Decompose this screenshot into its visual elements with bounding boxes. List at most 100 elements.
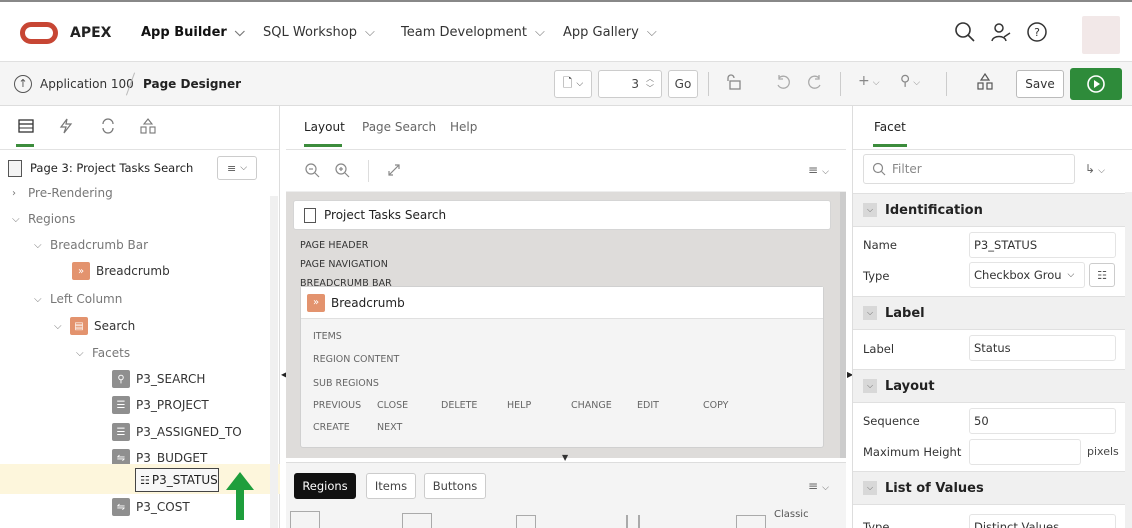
gallery-item-classic[interactable]: Classic	[774, 509, 809, 520]
expand-icon[interactable]	[386, 162, 402, 178]
prop-max-height-input[interactable]	[969, 439, 1081, 465]
property-scrollbar[interactable]	[1125, 192, 1132, 528]
page-finder-button[interactable]: 🗋 ⌵	[554, 70, 592, 98]
utilities-menu-button[interactable]: ⚲ ⌵	[900, 73, 920, 89]
processing-tab-icon[interactable]	[100, 118, 118, 136]
prop-label-input[interactable]: Status	[969, 335, 1116, 361]
svg-text:?: ?	[1034, 26, 1040, 39]
nav-team-development[interactable]: Team Development ⌵	[401, 25, 545, 40]
tree-node-search[interactable]: ⌵ ▤ Search	[54, 315, 135, 337]
left-panel-scrollbar[interactable]	[270, 196, 278, 528]
tree-item-label: P3_BUDGET	[136, 451, 208, 465]
redo-icon[interactable]	[806, 73, 824, 91]
up-arrow-indicator	[226, 472, 254, 520]
filter-input[interactable]: Filter	[863, 154, 1075, 184]
region-type-icon[interactable]	[402, 513, 432, 528]
chevron-down-icon: ⌵	[34, 293, 42, 305]
section-list-of-values[interactable]: ⌵ List of Values	[853, 471, 1125, 505]
tab-layout[interactable]: Layout	[304, 120, 345, 134]
gallery-tab-regions[interactable]: Regions	[294, 473, 356, 499]
prop-name-input[interactable]: P3_STATUS	[969, 232, 1116, 258]
section-identification[interactable]: ⌵ Identification	[853, 193, 1125, 227]
breadcrumb-region-icon: »	[307, 293, 325, 312]
toolbar-divider	[708, 72, 709, 96]
chevron-down-icon: ⌵	[34, 239, 42, 251]
tree-node-left-column[interactable]: ⌵ Left Column	[34, 288, 122, 310]
tab-page-search[interactable]: Page Search	[362, 120, 436, 134]
apex-brand[interactable]: APEX	[70, 25, 111, 41]
undo-icon[interactable]	[774, 73, 792, 91]
layout-canvas: Project Tasks Search PAGE HEADER PAGE NA…	[286, 192, 840, 458]
slot-page-navigation: PAGE NAVIGATION	[300, 259, 388, 270]
dragged-item-p3-status[interactable]: ☷ P3_STATUS	[135, 468, 219, 492]
top-navigation-bar: APEX App Builder ⌵ SQL Workshop ⌵ Team Dev…	[0, 0, 1132, 62]
shared-components-icon[interactable]	[976, 73, 994, 91]
shared-components-tab-icon[interactable]	[140, 118, 158, 136]
dragged-item-label: P3_STATUS	[151, 473, 218, 487]
tree-item-p3-search[interactable]: ⚲ P3_SEARCH	[112, 368, 205, 390]
rendering-tab-icon[interactable]	[18, 118, 36, 136]
splitter-down-icon[interactable]: ▼	[562, 453, 568, 462]
collapse-icon: ⌵	[863, 481, 877, 495]
region-type-icon[interactable]	[516, 515, 536, 528]
tab-help[interactable]: Help	[450, 120, 477, 134]
nav-app-builder[interactable]: App Builder ⌵	[141, 25, 245, 40]
prop-type-select[interactable]: Checkbox Grou ⌵	[969, 262, 1085, 288]
region-type-icon[interactable]	[626, 515, 640, 528]
tree-node-regions[interactable]: ⌵ Regions	[12, 208, 75, 230]
tree-item-p3-cost[interactable]: ⇋ P3_COST	[112, 496, 190, 518]
list-view-icon[interactable]: ☷	[1089, 263, 1115, 287]
search-icon[interactable]	[954, 21, 978, 45]
go-button[interactable]: Go	[668, 70, 698, 98]
page-title[interactable]: Page 3: Project Tasks Search	[30, 161, 193, 175]
run-page-button[interactable]	[1070, 68, 1122, 100]
nav-app-gallery-label: App Gallery	[563, 25, 639, 40]
prop-sequence-input[interactable]: 50	[969, 408, 1116, 434]
lock-icon[interactable]	[725, 73, 743, 91]
page-spinner[interactable]: ︿ ﹀	[644, 74, 656, 94]
section-label[interactable]: ⌵ Label	[853, 296, 1125, 330]
tree-item-p3-project[interactable]: ☰ P3_PROJECT	[112, 394, 209, 416]
menu-icon: ≡	[808, 479, 819, 493]
layout-tools: ≡ ⌵	[286, 150, 846, 192]
left-panel-tabs	[0, 106, 279, 150]
page-region-header[interactable]: Project Tasks Search	[293, 200, 831, 230]
dynamic-actions-tab-icon[interactable]	[58, 118, 76, 136]
region-type-icon[interactable]	[290, 511, 320, 528]
gallery-menu-button[interactable]: ≡ ⌵	[808, 479, 829, 493]
avatar[interactable]	[1082, 16, 1120, 54]
nav-sql-workshop[interactable]: SQL Workshop ⌵	[263, 25, 375, 40]
help-icon[interactable]: ?	[1026, 21, 1050, 45]
page-icon	[304, 207, 316, 223]
tree-item-label: P3_PROJECT	[136, 398, 209, 412]
save-button[interactable]: Save	[1016, 70, 1064, 98]
tree-menu-button[interactable]: ≡ ⌵	[217, 156, 257, 180]
tree-node-facets[interactable]: ⌵ Facets	[76, 342, 130, 364]
tree-node-pre-rendering[interactable]: › Pre-Rendering	[12, 182, 113, 204]
layout-menu-button[interactable]: ≡ ⌵	[808, 163, 829, 177]
go-to-group-button[interactable]: ↳ ⌵	[1085, 162, 1105, 176]
zoom-out-icon[interactable]	[304, 162, 320, 178]
tree-item-p3-assigned-to[interactable]: ☰ P3_ASSIGNED_TO	[112, 421, 242, 443]
tab-facet[interactable]: Facet	[874, 120, 906, 134]
gallery-tab-buttons[interactable]: Buttons	[424, 473, 486, 499]
chevron-down-icon: ⌵	[872, 78, 880, 88]
prop-lov-type-select[interactable]: Distinct Values	[969, 514, 1116, 528]
create-menu-button[interactable]: + ⌵	[858, 73, 880, 89]
section-title: Identification	[885, 202, 983, 218]
layout-scrollbar[interactable]	[840, 192, 846, 458]
gallery-tab-items[interactable]: Items	[366, 473, 416, 499]
region-type-icon[interactable]	[736, 515, 766, 528]
section-title: Layout	[885, 378, 935, 394]
rendering-tree-panel: Page 3: Project Tasks Search ≡ ⌵ › Pre-Ren…	[0, 106, 280, 528]
nav-app-gallery[interactable]: App Gallery ⌵	[563, 25, 657, 40]
tree-node-breadcrumb-bar[interactable]: ⌵ Breadcrumb Bar	[34, 234, 148, 256]
zoom-in-icon[interactable]	[334, 162, 350, 178]
up-arrow-icon[interactable]: ↑	[14, 75, 32, 93]
breadcrumb-region[interactable]: » Breadcrumb ITEMS REGION CONTENT SUB RE…	[300, 286, 824, 448]
breadcrumb-application[interactable]: Application 100	[40, 77, 134, 91]
section-layout[interactable]: ⌵ Layout	[853, 369, 1125, 403]
tree-node-breadcrumb[interactable]: » Breadcrumb	[72, 260, 170, 282]
user-settings-icon[interactable]	[990, 21, 1014, 45]
oracle-logo[interactable]	[20, 22, 58, 44]
